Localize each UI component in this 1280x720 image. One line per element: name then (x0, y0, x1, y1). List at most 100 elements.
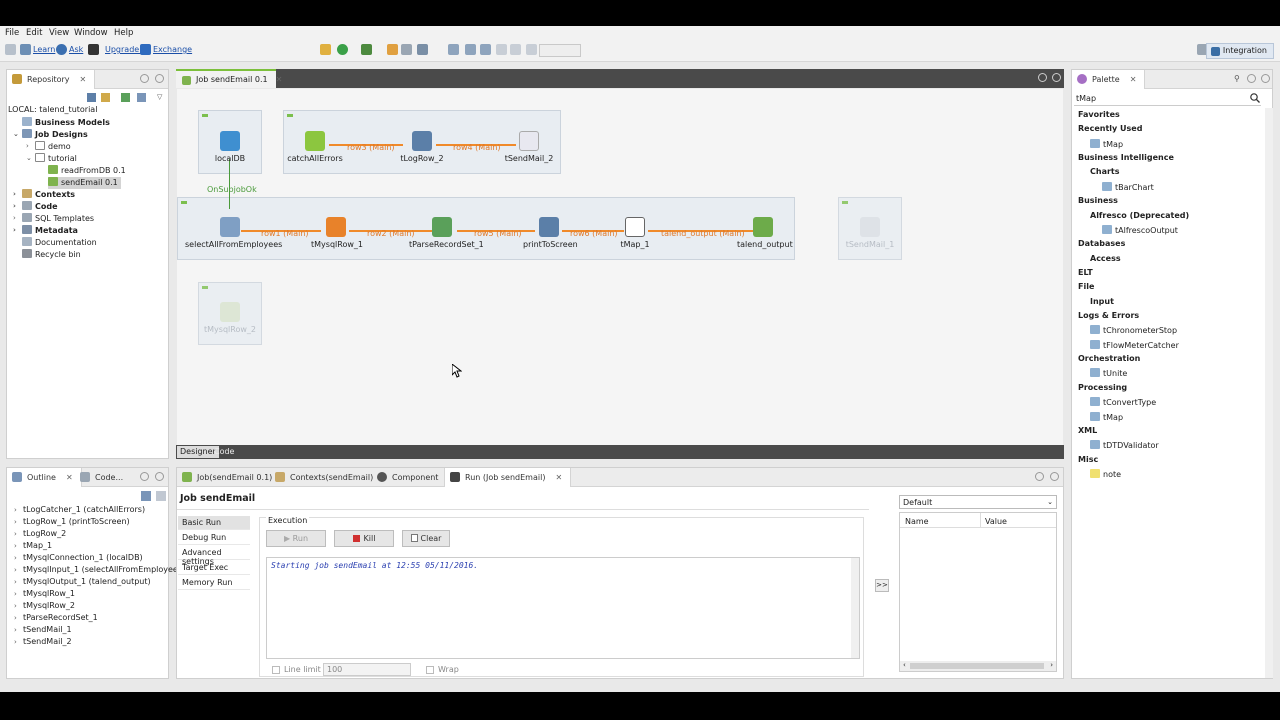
exchange-link[interactable]: Exchange (153, 45, 192, 54)
refresh-icon[interactable] (121, 93, 130, 102)
expanded-icon[interactable]: ⌄ (13, 130, 19, 138)
palette-scrollbar[interactable] (1265, 108, 1273, 678)
close-icon[interactable]: ✕ (276, 75, 283, 84)
tab-contexts[interactable]: Contexts(sendEmail) (270, 468, 381, 487)
collapsed-icon[interactable]: › (14, 614, 17, 622)
tab-designer[interactable]: Designer (177, 446, 219, 458)
palette-group[interactable]: Alfresco (Deprecated) (1090, 211, 1189, 223)
outline-item[interactable]: › tMysqlRow_1 (14, 589, 75, 601)
tree-recycle-bin[interactable]: Recycle bin (22, 249, 81, 261)
ask-link[interactable]: Ask (69, 45, 83, 54)
tree-tutorial[interactable]: ⌄ tutorial (26, 153, 77, 165)
tree-sendemail[interactable]: sendEmail 0.1 (48, 177, 121, 189)
grid-icon[interactable] (465, 44, 476, 55)
palette-group[interactable]: Databases (1078, 239, 1125, 251)
outline-item[interactable]: › tMysqlConnection_1 (localDB) (14, 553, 143, 565)
link-label-onsubjobok[interactable]: OnSubjobOk (207, 185, 257, 194)
collapsed-icon[interactable]: › (14, 638, 17, 646)
tree-code[interactable]: › Code (13, 201, 58, 213)
collapsed-icon[interactable]: › (13, 214, 16, 222)
palette-group[interactable]: Business Intelligence (1078, 153, 1174, 165)
palette-item[interactable]: tConvertType (1090, 397, 1156, 409)
palette-search-input[interactable]: tMap (1076, 94, 1096, 103)
graph-view-icon[interactable] (156, 491, 166, 501)
layout-icon[interactable] (417, 44, 428, 55)
outline-item[interactable]: › tSendMail_1 (14, 625, 72, 637)
component-tmap1[interactable]: tMap_1 (618, 217, 652, 249)
scroll-thumb[interactable] (910, 663, 1044, 669)
fit-icon[interactable] (480, 44, 491, 55)
collapsed-icon[interactable]: › (13, 202, 16, 210)
context-table-hscrollbar[interactable]: ‹ › (900, 661, 1056, 671)
tab-component[interactable]: Component (372, 468, 446, 487)
link-label-row3[interactable]: row3 (Main) (347, 143, 395, 152)
tree-metadata[interactable]: › Metadata (13, 225, 78, 237)
tab-run[interactable]: Run (Job sendEmail) ✕ (444, 468, 572, 487)
clear-button[interactable]: Clear (402, 530, 450, 547)
palette-group[interactable]: ELT (1078, 268, 1093, 280)
tree-documentation[interactable]: Documentation (22, 237, 97, 249)
tree-readfromdb[interactable]: readFromDB 0.1 (48, 165, 126, 177)
collapsed-icon[interactable]: › (14, 602, 17, 610)
collapse-icon[interactable] (87, 93, 96, 102)
collapsed-icon[interactable]: › (14, 578, 17, 586)
side-advanced-settings[interactable]: Advanced settings (178, 546, 250, 566)
menu-edit[interactable]: Edit (26, 28, 42, 38)
outline-item[interactable]: › tSendMail_2 (14, 637, 72, 649)
link-label-row2[interactable]: row2 (Main) (367, 229, 415, 238)
tree-job-designs[interactable]: ⌄ Job Designs (13, 129, 88, 141)
menu-dropdown-icon[interactable]: ▽ (157, 93, 162, 101)
side-debug-run[interactable]: Debug Run (178, 531, 250, 545)
tab-code[interactable]: Code (214, 447, 234, 456)
tab-palette[interactable]: Palette ✕ (1072, 70, 1146, 89)
learn-icon[interactable] (20, 44, 31, 55)
collapsed-icon[interactable]: › (14, 518, 17, 526)
maximize-icon[interactable] (1052, 73, 1061, 82)
outline-item[interactable]: › tMap_1 (14, 541, 52, 553)
subjob-grip[interactable] (287, 114, 293, 117)
minimize-icon[interactable] (1035, 472, 1044, 481)
subjob-grip[interactable] (842, 201, 848, 204)
edit-icon[interactable] (387, 44, 398, 55)
collapsed-icon[interactable]: › (14, 542, 17, 550)
collapsed-icon[interactable]: › (14, 590, 17, 598)
collapsed-icon[interactable]: › (13, 226, 16, 234)
close-icon[interactable]: ✕ (1130, 75, 1137, 84)
component-tparserecordset1[interactable]: tParseRecordSet_1 (409, 217, 484, 249)
copy-icon[interactable] (526, 44, 537, 55)
tree-sql-templates[interactable]: › SQL Templates (13, 213, 94, 225)
filter-icon[interactable] (101, 93, 110, 102)
subjob-grip[interactable] (202, 114, 208, 117)
collapsed-icon[interactable]: › (14, 626, 17, 634)
collapsed-icon[interactable]: › (14, 530, 17, 538)
component-talend-output[interactable]: talend_output (737, 217, 793, 249)
upgrade-link[interactable]: Upgrade! (105, 45, 142, 54)
outline-item[interactable]: › tLogCatcher_1 (catchAllErrors) (14, 505, 145, 517)
tool-icon[interactable] (401, 44, 412, 55)
zoom-icon[interactable] (448, 44, 459, 55)
palette-group[interactable]: Logs & Errors (1078, 311, 1139, 323)
tree-business-models[interactable]: Business Models (22, 117, 110, 129)
learn-link[interactable]: Learn (33, 45, 55, 54)
expanded-icon[interactable]: ⌄ (26, 154, 32, 162)
palette-group[interactable]: Processing (1078, 383, 1127, 395)
console-scrollbar[interactable] (851, 558, 859, 658)
move-right-button[interactable]: >> (875, 579, 889, 592)
console-output[interactable]: Starting job sendEmail at 12:55 05/11/20… (266, 557, 860, 659)
outline-item[interactable]: › tLogRow_1 (printToScreen) (14, 517, 130, 529)
outline-item[interactable]: › tMysqlRow_2 (14, 601, 75, 613)
palette-item[interactable]: tBarChart (1102, 181, 1154, 194)
tab-code-viewer[interactable]: Code... (75, 468, 131, 487)
component-catchallerrors[interactable]: catchAllErrors (287, 131, 343, 163)
export-icon[interactable] (361, 44, 372, 55)
redo-icon[interactable] (510, 44, 521, 55)
link-label-row5[interactable]: row5 (Main) (474, 229, 522, 238)
palette-group[interactable]: Input (1090, 297, 1114, 309)
palette-item[interactable]: tDTDValidator (1090, 440, 1159, 452)
undo-icon[interactable] (496, 44, 507, 55)
save-icon[interactable] (5, 44, 16, 55)
palette-group[interactable]: Charts (1090, 167, 1120, 179)
component-tmysqlrow2[interactable]: tMysqlRow_2 (202, 302, 258, 334)
menu-window[interactable]: Window (74, 28, 108, 38)
palette-group[interactable]: Recently Used (1078, 124, 1142, 136)
